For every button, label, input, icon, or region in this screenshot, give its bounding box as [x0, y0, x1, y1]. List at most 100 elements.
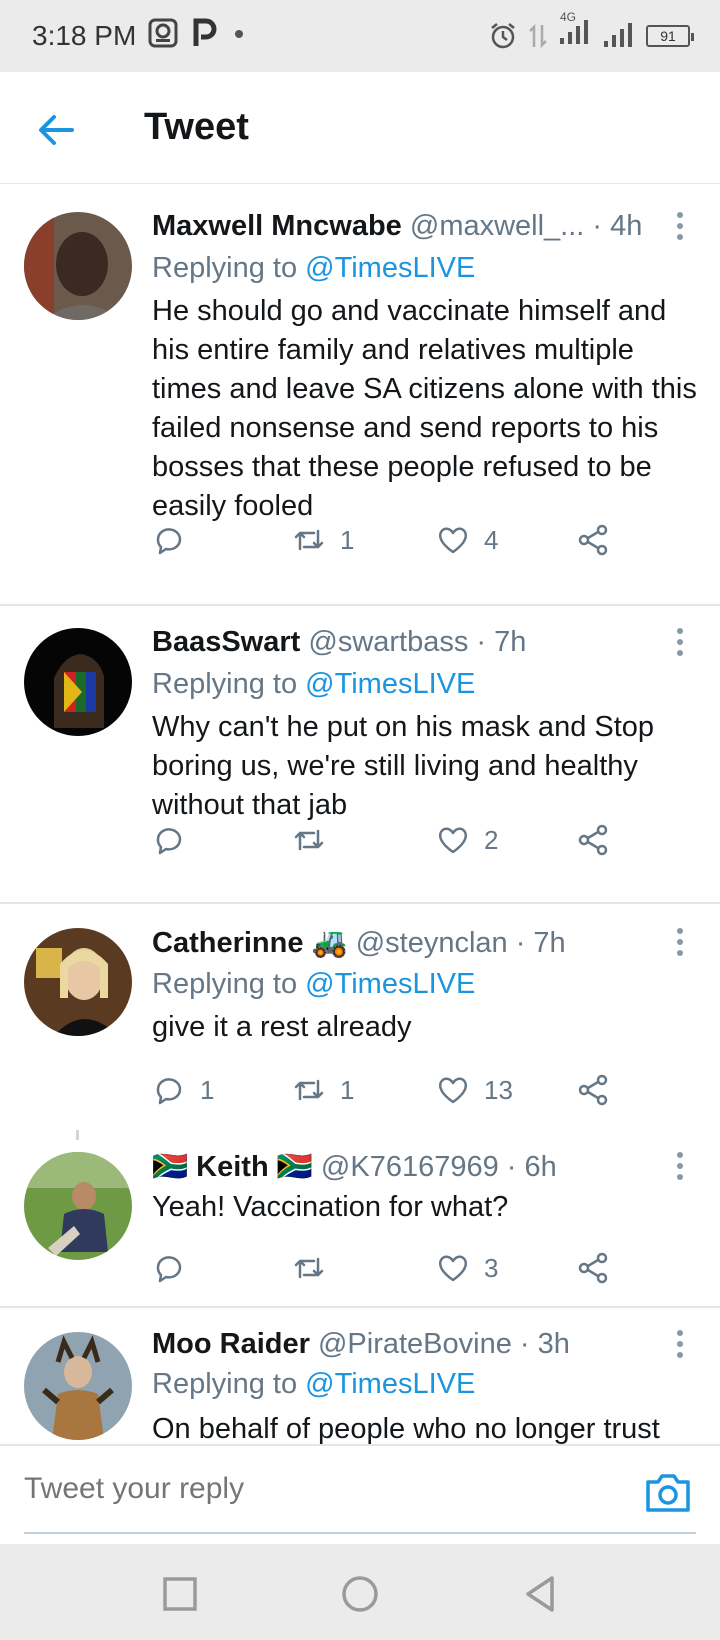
replying-to-mention[interactable]: @TimesLIVE: [305, 668, 475, 700]
reply-button[interactable]: [152, 820, 200, 860]
tweet-timestamp: · 4h: [592, 210, 643, 242]
tweet-card[interactable]: 🇿🇦 Keith 🇿🇦 @K76167969 · 6h Yeah! Vaccin…: [0, 1140, 720, 1304]
recents-square-icon[interactable]: [158, 1572, 202, 1616]
tweet-text: give it a rest already: [152, 1011, 412, 1043]
tweet-timestamp: · 7h: [476, 626, 527, 658]
retweet-count: 1: [340, 1074, 355, 1105]
retweet-button[interactable]: [292, 1248, 340, 1288]
retweet-button[interactable]: 1: [292, 1070, 354, 1110]
replying-to-mention[interactable]: @TimesLIVE: [305, 1368, 475, 1400]
reply-icon: [156, 828, 182, 855]
tweet-author-handle[interactable]: @steynclan: [356, 927, 508, 959]
reply-button[interactable]: [152, 1248, 200, 1288]
reply-button[interactable]: 1: [152, 1070, 214, 1110]
back-triangle-icon[interactable]: [518, 1572, 562, 1616]
more-vertical-icon[interactable]: [668, 1328, 692, 1360]
arrow-left-icon[interactable]: [32, 106, 80, 154]
tweet-header: Moo Raider @PirateBovine · 3h: [152, 1328, 656, 1361]
share-button[interactable]: [576, 520, 610, 560]
replying-to: Replying to @TimesLIVE: [152, 1368, 475, 1401]
replying-to-mention[interactable]: @TimesLIVE: [305, 968, 475, 1000]
tweet-text: On behalf of people who no longer trust: [152, 1413, 660, 1444]
share-button[interactable]: [576, 1070, 610, 1110]
share-button[interactable]: [576, 820, 610, 860]
more-vertical-icon[interactable]: [668, 210, 692, 242]
reply-button[interactable]: [152, 520, 200, 560]
retweet-icon: [294, 829, 324, 851]
like-count: 2: [484, 824, 499, 855]
status-left-icons: [148, 18, 246, 48]
tweet-author-name[interactable]: BaasSwart: [152, 626, 300, 658]
replying-to-mention[interactable]: @TimesLIVE: [305, 252, 475, 284]
tweet-author-handle[interactable]: @maxwell_...: [410, 210, 584, 242]
avatar[interactable]: [24, 212, 132, 320]
tweet-card[interactable]: Catherinne 🚜 @steynclan · 7h Replying to…: [0, 904, 720, 1130]
data-arrows-icon: [529, 23, 547, 48]
replying-to-label: Replying to: [152, 668, 298, 700]
tweet-card[interactable]: Maxwell Mncwabe @maxwell_... · 4h Replyi…: [0, 186, 720, 604]
like-button[interactable]: 3: [436, 1248, 498, 1288]
tweet-actions: 1 1 13: [152, 1070, 632, 1110]
reply-icon: [156, 1078, 182, 1105]
like-button[interactable]: 4: [436, 520, 498, 560]
tweet-actions: 3: [152, 1248, 632, 1288]
tweet-author-handle[interactable]: @PirateBovine: [318, 1328, 512, 1360]
network-type-label: 4G: [560, 10, 577, 24]
avatar[interactable]: [24, 1152, 132, 1260]
battery-icon: 91: [646, 24, 694, 47]
share-button[interactable]: [576, 1248, 610, 1288]
status-time: 3:18 PM: [32, 20, 137, 51]
p-app-icon: [193, 18, 217, 46]
status-right-icons: 4G 91: [488, 10, 694, 53]
avatar[interactable]: [24, 928, 132, 1036]
page-title: Tweet: [144, 106, 249, 148]
avatar[interactable]: [24, 628, 132, 736]
tweet-author-handle[interactable]: @K76167969: [321, 1151, 499, 1183]
tweet-header: Catherinne 🚜 @steynclan · 7h: [152, 926, 656, 960]
more-vertical-icon[interactable]: [668, 926, 692, 958]
reply-icon: [156, 1256, 182, 1283]
retweet-button[interactable]: 1: [292, 520, 354, 560]
tweet-header: BaasSwart @swartbass · 7h: [152, 626, 656, 659]
app-header: Tweet: [0, 72, 720, 184]
signal-icon-2: [604, 22, 632, 47]
tweet-author-handle[interactable]: @swartbass: [308, 626, 468, 658]
tweet-card[interactable]: Moo Raider @PirateBovine · 3h Replying t…: [0, 1308, 720, 1444]
tweet-author-name[interactable]: Maxwell Mncwabe: [152, 210, 402, 242]
tweet-author-name[interactable]: Catherinne 🚜: [152, 927, 348, 959]
dot-icon: [235, 30, 243, 38]
reply-input[interactable]: [24, 1472, 584, 1506]
more-vertical-icon[interactable]: [668, 626, 692, 658]
home-circle-icon[interactable]: [338, 1572, 382, 1616]
retweet-icon: [294, 1257, 324, 1279]
tweet-text: He should go and vaccinate himself and h…: [152, 295, 697, 522]
tweet-timestamp: · 6h: [506, 1151, 557, 1183]
like-button[interactable]: 2: [436, 820, 498, 860]
heart-icon: [438, 1255, 468, 1282]
tweet-timestamp: · 3h: [519, 1328, 570, 1360]
tweet-timestamp: · 7h: [515, 927, 566, 959]
reply-composer: [0, 1444, 720, 1544]
retweet-icon: [294, 529, 324, 551]
battery-level: 91: [660, 27, 676, 44]
avatar[interactable]: [24, 1332, 132, 1440]
tweet-header: 🇿🇦 Keith 🇿🇦 @K76167969 · 6h: [152, 1150, 656, 1184]
replying-to: Replying to @TimesLIVE: [152, 252, 475, 285]
camera-icon[interactable]: [644, 1470, 692, 1514]
tweet-actions: 2: [152, 820, 632, 860]
more-vertical-icon[interactable]: [668, 1150, 692, 1182]
replying-to-label: Replying to: [152, 252, 298, 284]
tweet-author-name[interactable]: 🇿🇦 Keith 🇿🇦: [152, 1151, 313, 1183]
retweet-button[interactable]: [292, 820, 340, 860]
heart-icon: [438, 1077, 468, 1104]
system-nav-bar: [0, 1544, 720, 1640]
tweet-card[interactable]: BaasSwart @swartbass · 7h Replying to @T…: [0, 606, 720, 902]
like-button[interactable]: 13: [436, 1070, 513, 1110]
share-icon: [578, 824, 608, 856]
tweet-author-name[interactable]: Moo Raider: [152, 1328, 310, 1360]
heart-icon: [438, 827, 468, 854]
tweet-text: Why can't he put on his mask and Stop bo…: [152, 711, 655, 821]
heart-icon: [438, 527, 468, 554]
reply-icon: [156, 528, 182, 555]
share-icon: [578, 1074, 608, 1106]
